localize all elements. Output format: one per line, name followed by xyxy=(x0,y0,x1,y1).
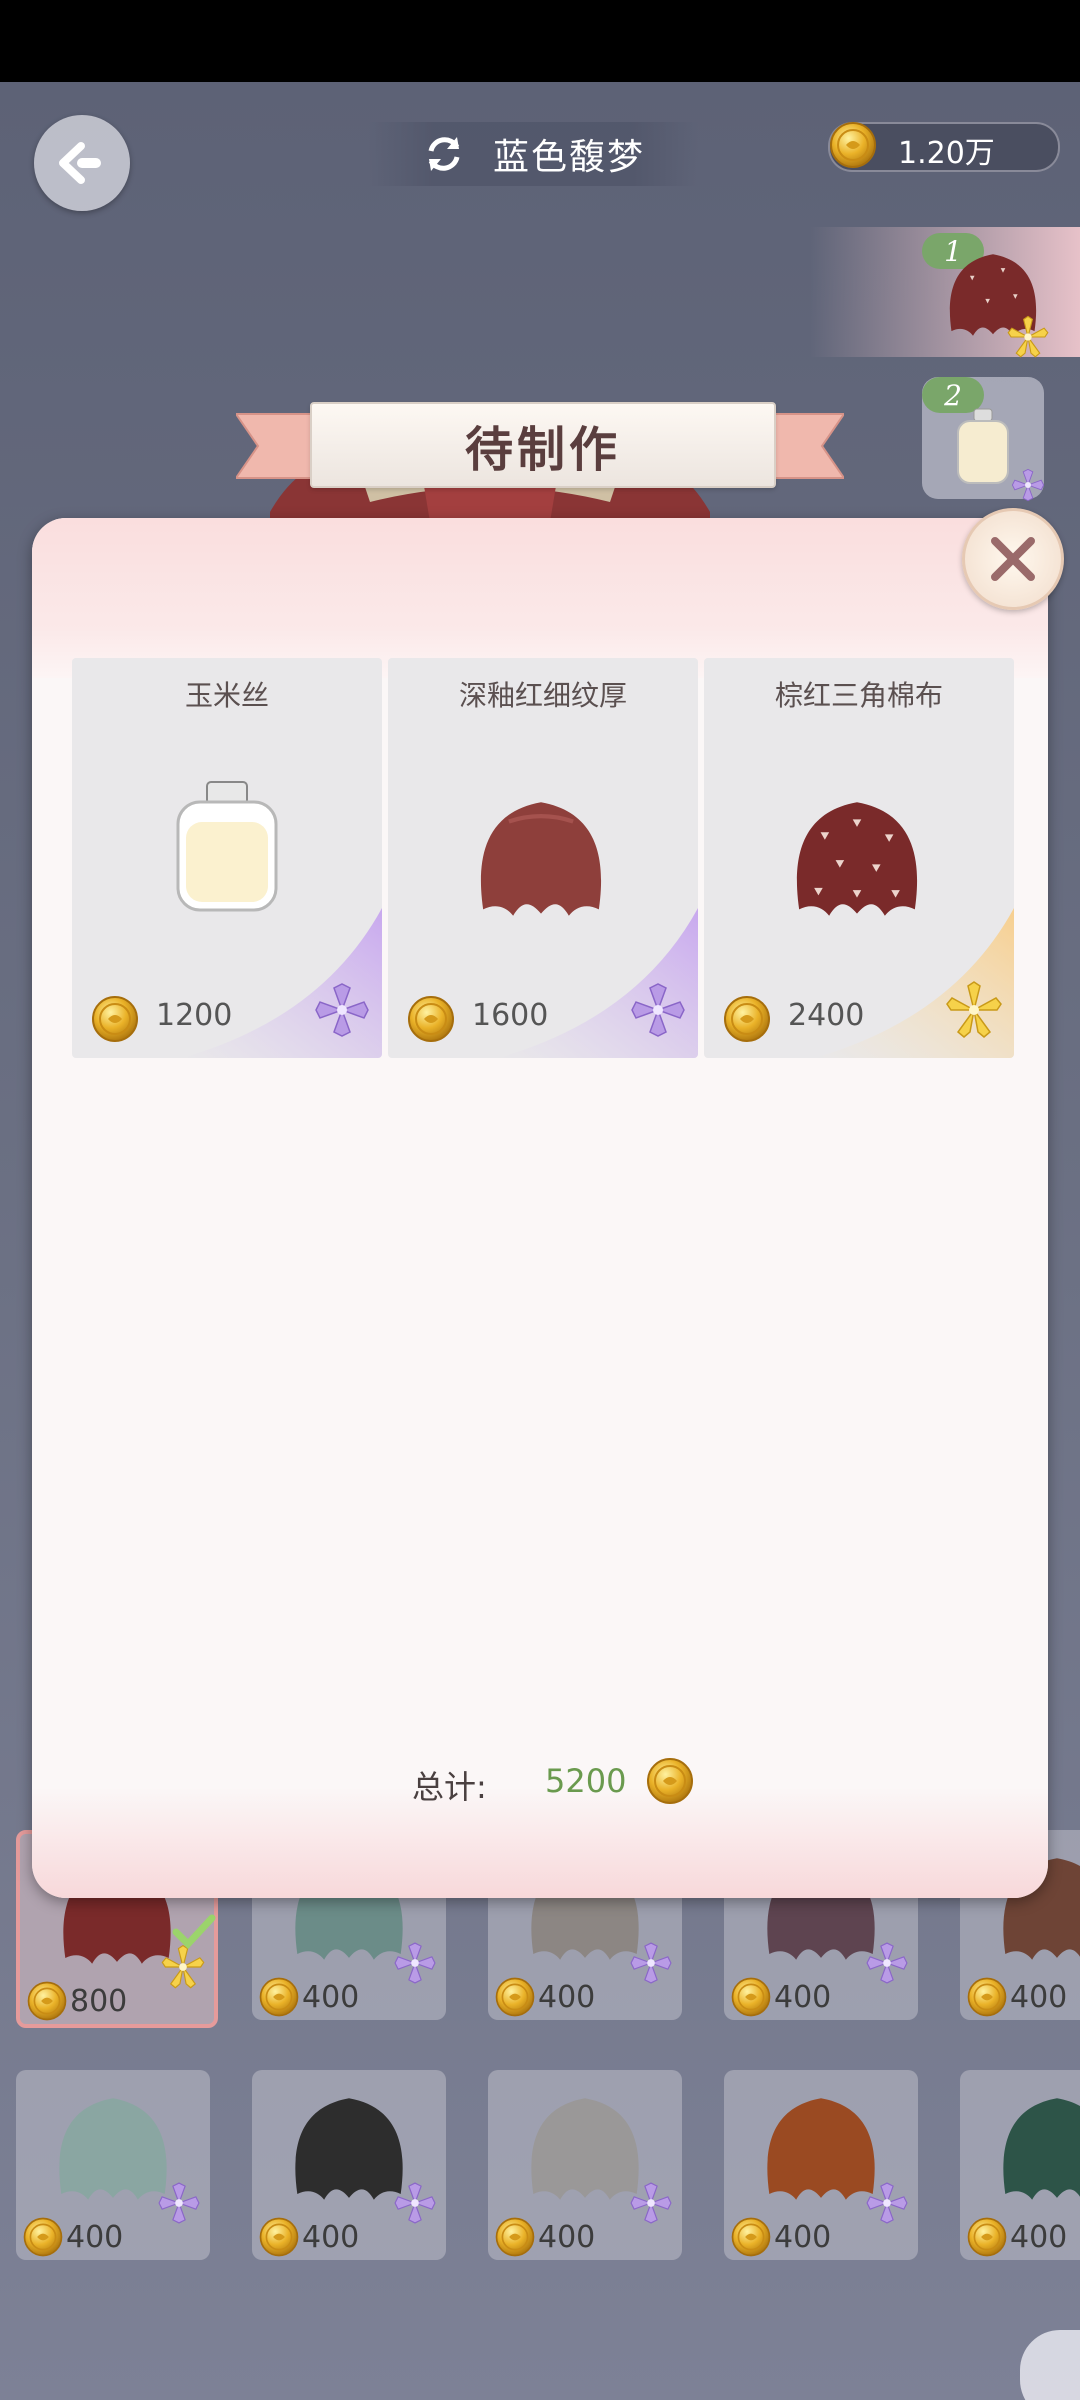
close-button[interactable] xyxy=(962,508,1064,610)
fabric-swatch-icon xyxy=(990,2082,1080,2216)
queue-slot-2[interactable]: 2 xyxy=(922,377,1044,499)
coin-balance-value: 1.20万 xyxy=(898,136,995,171)
coin-icon xyxy=(645,1756,695,1806)
fabric-price: 400 xyxy=(1010,1980,1068,2015)
fabric-price: 400 xyxy=(774,1980,832,2015)
fabric-price: 400 xyxy=(774,2220,832,2255)
gold-star-icon xyxy=(1006,315,1050,359)
close-icon xyxy=(991,537,1035,581)
dialog-title: 待制作 xyxy=(464,422,621,478)
fabric-icon xyxy=(466,784,616,934)
fabric-item[interactable]: 400 xyxy=(252,2070,446,2260)
item-price: 1600 xyxy=(472,998,549,1033)
purple-star-icon xyxy=(864,2180,910,2226)
refresh-icon xyxy=(428,137,460,171)
coin-icon xyxy=(494,2216,536,2258)
dialog-header-bg xyxy=(32,518,1048,678)
total-value: 5200 xyxy=(545,1762,627,1800)
purple-star-icon xyxy=(392,2180,438,2226)
purple-star-icon xyxy=(312,980,372,1040)
purple-star-icon xyxy=(156,2180,202,2226)
purple-star-icon xyxy=(628,980,688,1040)
coin-icon xyxy=(722,994,772,1044)
purple-star-icon xyxy=(1010,467,1046,503)
item-price: 1200 xyxy=(156,998,233,1033)
check-icon xyxy=(172,1914,216,1950)
coin-icon xyxy=(494,1976,536,2018)
back-button[interactable] xyxy=(34,115,130,211)
fabric-item[interactable]: 400 xyxy=(724,2070,918,2260)
fabric-price: 400 xyxy=(302,2220,360,2255)
purple-star-icon xyxy=(628,2180,674,2226)
style-title-bar[interactable]: 蓝色馥梦 xyxy=(368,122,698,186)
coin-icon xyxy=(406,994,456,1044)
fabric-price: 400 xyxy=(538,1980,596,2015)
pending-item-card[interactable]: 棕红三角棉布 2400 xyxy=(704,658,1014,1058)
fabric-price: 400 xyxy=(302,1980,360,2015)
coin-icon xyxy=(730,1976,772,2018)
coin-icon xyxy=(966,1976,1008,2018)
coin-icon xyxy=(258,2216,300,2258)
fabric-item[interactable]: 400 xyxy=(16,2070,210,2260)
style-title: 蓝色馥梦 xyxy=(492,137,645,178)
pending-item-card[interactable]: 玉米丝 1200 xyxy=(72,658,382,1058)
bottle-thumbnail xyxy=(957,408,1009,484)
fabric-price: 400 xyxy=(538,2220,596,2255)
coin-icon xyxy=(22,2216,64,2258)
coin-icon xyxy=(828,120,878,170)
pending-items-list: 玉米丝 1200 深釉红细纹厚 1600 棕红三角棉布 2400 xyxy=(72,658,1018,1058)
collapse-panel-button[interactable] xyxy=(1020,2330,1080,2400)
purple-star-icon xyxy=(628,1940,674,1986)
item-name: 棕红三角棉布 xyxy=(774,679,943,712)
fabric-icon xyxy=(782,784,932,934)
coin-icon xyxy=(730,2216,772,2258)
fabric-price: 800 xyxy=(70,1984,128,2019)
queue-slot-1[interactable]: 1 xyxy=(810,227,1080,357)
coin-icon xyxy=(90,994,140,1044)
gold-star-icon xyxy=(944,980,1004,1040)
item-name: 玉米丝 xyxy=(184,679,269,712)
item-price: 2400 xyxy=(788,998,865,1033)
purple-star-icon xyxy=(392,1940,438,1986)
fabric-item[interactable]: 400 xyxy=(488,2070,682,2260)
pending-item-card[interactable]: 深釉红细纹厚 1600 xyxy=(388,658,698,1058)
fabric-price: 400 xyxy=(1010,2220,1068,2255)
dialog-title-plate: 待制作 xyxy=(310,402,776,488)
coin-balance[interactable]: 1.20万 xyxy=(828,122,1060,172)
coin-icon xyxy=(258,1976,300,2018)
total-label: 总计: xyxy=(412,1768,487,1806)
purple-star-icon xyxy=(864,1940,910,1986)
back-arrow-icon xyxy=(59,142,101,184)
fabric-price: 400 xyxy=(66,2220,124,2255)
coin-icon xyxy=(966,2216,1008,2258)
silk-bottle-icon xyxy=(176,781,278,912)
coin-icon xyxy=(26,1980,68,2022)
item-name: 深釉红细纹厚 xyxy=(458,679,627,712)
total-row: 总计: 5200 xyxy=(0,1762,1080,1812)
fabric-item[interactable]: 400 xyxy=(960,2070,1080,2260)
